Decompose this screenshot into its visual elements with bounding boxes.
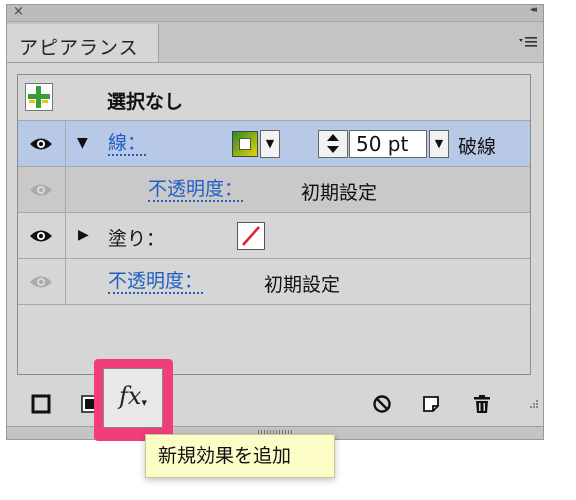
fill-label: 塗り： (108, 228, 166, 250)
increment-icon[interactable] (327, 134, 339, 141)
add-new-effect-button[interactable]: fx▾ (103, 368, 163, 428)
decrement-icon[interactable] (327, 146, 339, 153)
fill-row[interactable]: ▶ 塗り： (18, 213, 530, 259)
add-new-stroke-icon[interactable] (30, 393, 52, 415)
clear-appearance-icon[interactable] (371, 393, 393, 415)
tab-appearance[interactable]: アピアランス (7, 24, 159, 62)
visibility-cell[interactable] (18, 121, 66, 166)
fill-none-swatch[interactable] (237, 222, 265, 250)
selection-status: 選択なし (107, 91, 184, 113)
close-icon[interactable]: × (13, 4, 24, 19)
eye-icon-dimmed[interactable] (29, 274, 53, 294)
visibility-cell[interactable] (18, 259, 66, 304)
fx-dropdown-indicator: ▾ (141, 396, 147, 409)
panel-menu-icon[interactable] (519, 36, 537, 52)
stroke-color-swatch[interactable] (232, 131, 258, 157)
eye-icon[interactable] (29, 228, 53, 248)
panel-footer-toolbar (7, 383, 543, 427)
stroke-label-link[interactable]: 線： (108, 132, 147, 156)
stroke-opacity-value: 初期設定 (301, 182, 378, 204)
stroke-color-dropdown[interactable]: ▼ (260, 130, 280, 158)
stroke-opacity-link[interactable]: 不透明度： (148, 178, 244, 202)
stroke-row[interactable]: ▼ 線： ▼ 50 pt ▼ 破線 (18, 121, 530, 167)
tab-strip: アピアランス (7, 22, 543, 63)
tooltip: 新規効果を追加 (145, 434, 335, 478)
fx-icon: fx (119, 382, 142, 410)
panel-titlebar: × ◂◂ (7, 4, 543, 22)
stroke-width-dropdown[interactable]: ▼ (429, 130, 449, 158)
eye-icon-dimmed[interactable] (29, 182, 53, 202)
visibility-cell[interactable] (18, 167, 66, 212)
expand-triangle-icon[interactable]: ▶ (78, 227, 89, 243)
collapse-icon[interactable]: ◂◂ (530, 5, 537, 15)
stroke-width-input[interactable]: 50 pt (349, 130, 427, 158)
visibility-cell[interactable] (18, 213, 66, 258)
opacity-row[interactable]: 不透明度： 初期設定 (18, 259, 530, 305)
resize-grip-icon[interactable] (525, 396, 539, 415)
appearance-list: 選択なし ▼ 線： ▼ 50 pt ▼ 破線 不透明度： 初期設定 ▶ 塗り： … (17, 74, 531, 375)
object-header-row: 選択なし (18, 75, 530, 121)
opacity-link[interactable]: 不透明度： (108, 270, 204, 294)
stroke-style-value: 破線 (458, 136, 497, 158)
fx-highlight: fx▾ (94, 359, 173, 441)
tab-label: アピアランス (19, 37, 139, 59)
appearance-panel: × ◂◂ アピアランス 選択なし ▼ 線： ▼ 50 pt ▼ 破線 不透明度：… (6, 4, 544, 440)
duplicate-item-icon[interactable] (420, 393, 442, 415)
stroke-width-stepper[interactable] (318, 130, 348, 158)
trash-icon[interactable] (471, 393, 493, 415)
object-thumbnail-icon (25, 83, 53, 115)
stroke-opacity-row[interactable]: 不透明度： 初期設定 (18, 167, 530, 213)
collapse-triangle-icon[interactable]: ▼ (77, 135, 88, 151)
eye-icon[interactable] (29, 136, 53, 156)
opacity-value: 初期設定 (264, 274, 341, 296)
